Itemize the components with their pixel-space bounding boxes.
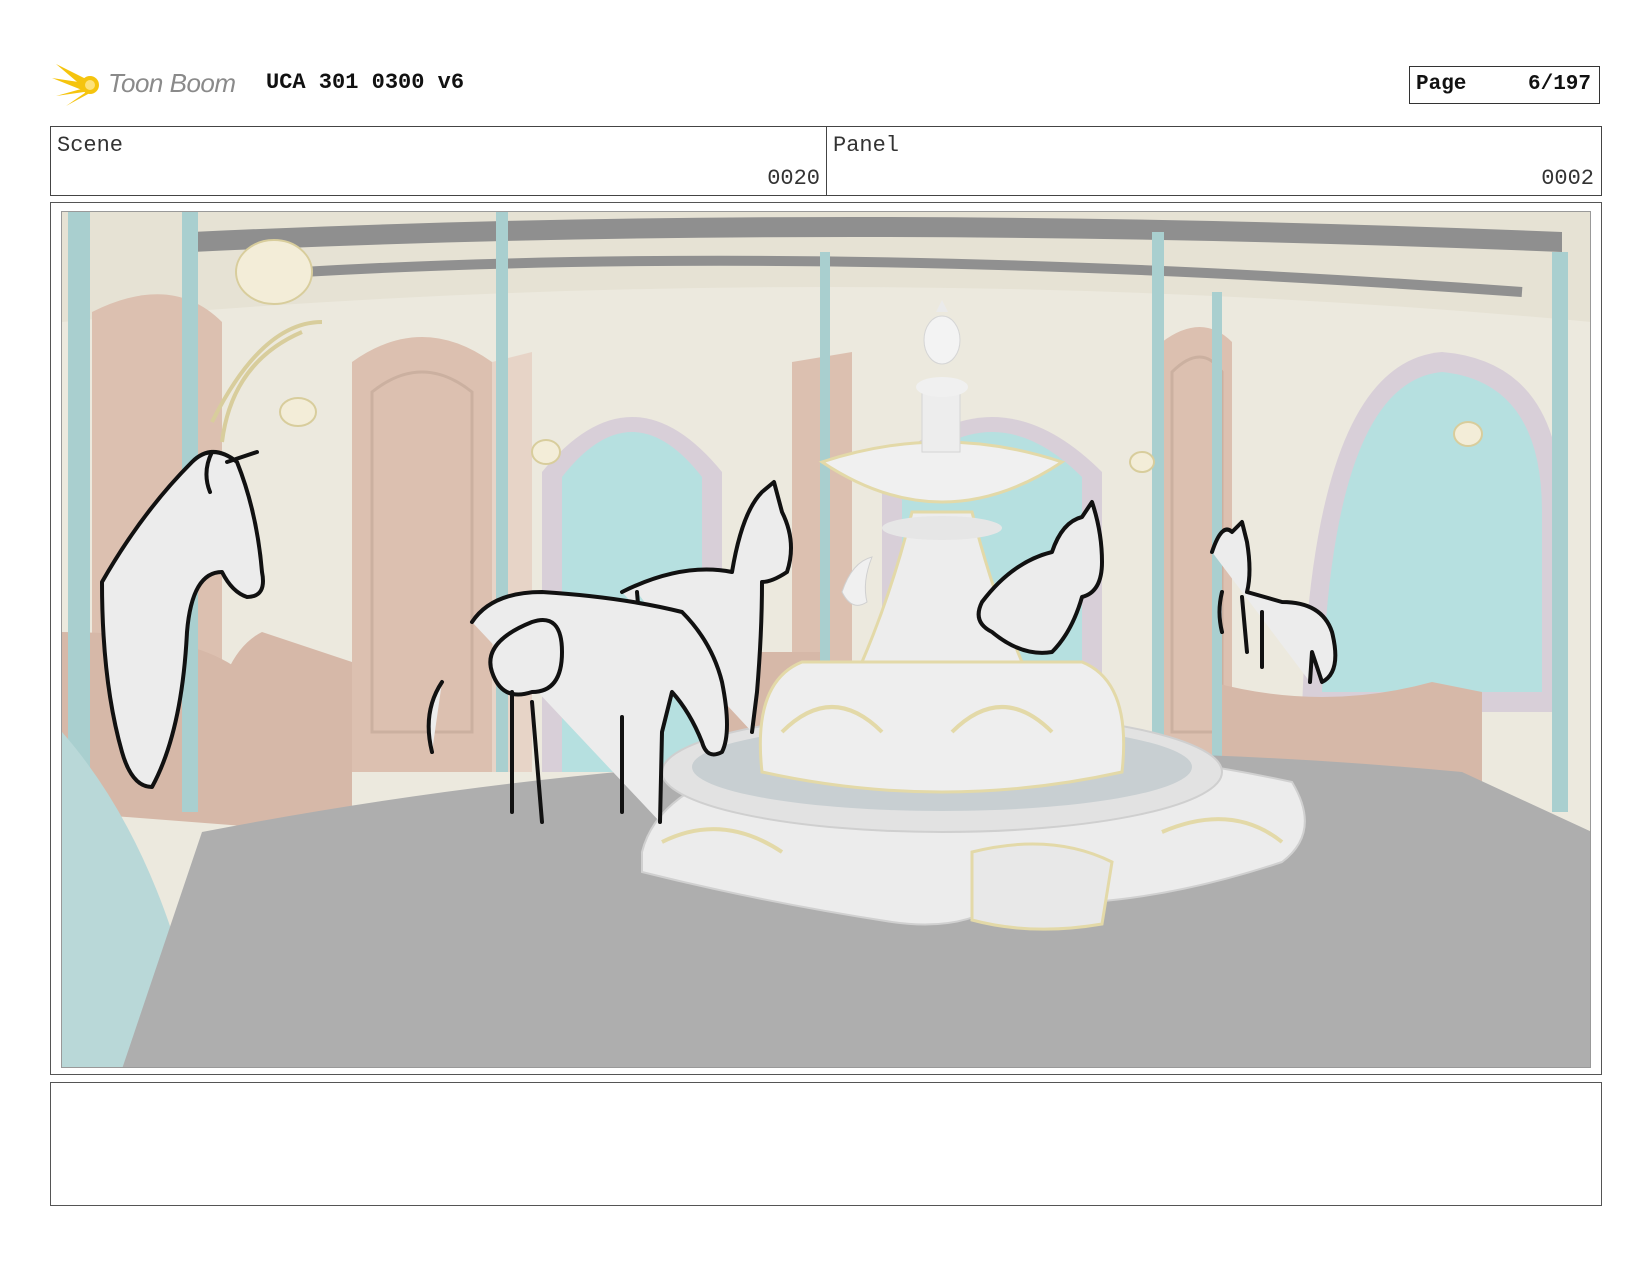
- page-number: 6/197: [1527, 73, 1591, 96]
- document-title: UCA 301 0300 v6: [266, 70, 465, 95]
- panel-label: Panel: [833, 133, 900, 158]
- scene-cell: Scene 0020: [51, 127, 827, 195]
- page-header: Toon Boom UCA 301 0300 v6: [50, 56, 1602, 112]
- page-counter: Page 6/197: [1409, 66, 1600, 104]
- logo-text: Toon Boom: [108, 68, 236, 98]
- toon-boom-logo: Toon Boom: [52, 60, 252, 110]
- storyboard-frame: [50, 202, 1602, 1075]
- stable-fountain-unicorns-illustration: [62, 212, 1590, 1067]
- page-label: Page: [1416, 73, 1467, 96]
- flare-icon: [52, 64, 99, 106]
- panel-value: 0002: [1541, 166, 1594, 191]
- scene-label: Scene: [57, 133, 124, 158]
- scene-panel-info: Scene 0020 Panel 0002: [50, 126, 1602, 196]
- panel-cell: Panel 0002: [827, 127, 1600, 195]
- scene-value: 0020: [767, 166, 820, 191]
- storyboard-panel-artwork: [61, 211, 1591, 1068]
- panel-notes-box: [50, 1082, 1602, 1206]
